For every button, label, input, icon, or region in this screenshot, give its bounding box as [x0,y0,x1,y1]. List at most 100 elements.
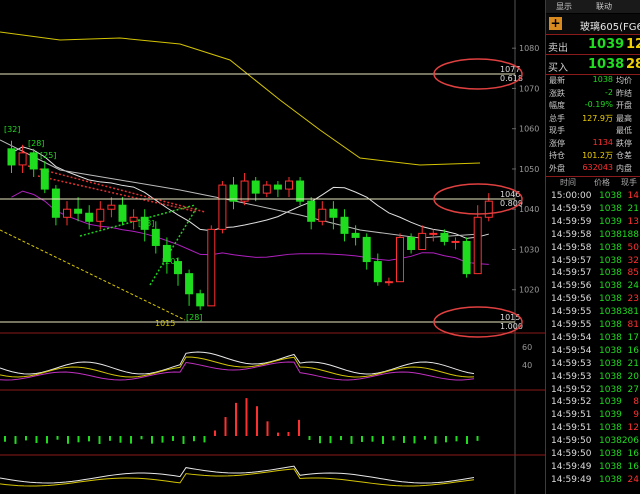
stat-key: 总手 [549,113,565,123]
tick-price: 1038 [599,320,622,330]
wave-count-label: [25] [40,151,56,160]
tick-price: 1038 [599,255,622,266]
tick-price: 1038 [599,474,622,485]
tick-price: 1038 [599,229,622,240]
tick-price: 1038 [599,307,622,318]
candle-body [151,228,160,246]
tick-qty: 50 [627,242,639,253]
stat-value: 632043 [582,162,613,172]
wave-count-label: [23] [138,219,154,228]
tick-qty: 23 [627,294,639,305]
ticks-header-time: 时间 [560,178,576,187]
wave-count-label: [28] [186,313,202,322]
candle-body [129,216,138,222]
stat-row: 持仓 101.2万 仓差 [546,150,640,163]
price-axis-label: 1060 [519,125,539,134]
stat-value: 1134 [592,137,613,147]
candle-body [107,204,116,210]
tick-qty: 13 [627,216,639,227]
tick-price: 1039 [599,410,622,421]
stat-key: 涨停 [549,138,565,148]
candle-body [96,208,105,222]
tick-price: 1038 [599,294,622,305]
stat-key: 现手 [549,126,565,135]
tick-time: 14:59:51 [551,410,592,421]
candle-body [273,184,282,190]
stat-key-right: 跌停 [616,138,632,148]
candle-body [384,281,393,284]
tick-qty: 16 [627,461,639,472]
candle-body [63,208,71,218]
tick-time: 14:59:55 [551,307,592,318]
candle-body [207,228,216,307]
stat-row: 最新 1038 均价 [546,75,640,88]
price-axis-label: 1070 [519,84,539,93]
add-icon[interactable]: + [549,17,562,30]
instrument-name[interactable]: 玻璃605(FG605) [580,18,640,33]
tick-time: 14:59:55 [551,320,592,330]
price-axis-label: 1050 [519,165,539,174]
tick-time: 14:59:59 [551,216,592,227]
tick-price: 1038 [599,449,622,459]
tick-price: 1038 [599,332,622,343]
tick-time: 14:59:52 [551,397,592,408]
tick-time: 14:59:50 [551,449,592,459]
tick-time: 14:59:50 [551,436,592,447]
tick-price: 1038 [599,203,622,214]
candle-body [51,188,60,218]
quote-panel: 显示 联动 + 玻璃605(FG605) 卖出 1039 12 买入 1038 … [545,0,640,494]
stat-key-right: 均价 [616,76,632,85]
stat-value: -2 [605,87,613,97]
tick-time: 14:59:53 [551,358,592,369]
tick-price: 1039 [599,397,622,408]
tick-time: 14:59:52 [551,384,592,395]
display-menu[interactable]: 显示 [556,1,572,12]
tick-price: 1038 [599,384,622,395]
candle-body [29,152,38,170]
tick-qty: 8 [633,397,639,408]
tick-qty: 27 [627,384,639,395]
stat-key-right: 最高 [616,113,632,123]
indicator-axis-label: 60 [522,343,532,352]
wave-count-label: [20] [162,257,178,266]
tick-qty: 20 [627,371,639,382]
tick-row: 14:59:52 1039 8 [546,397,640,410]
candle-body [307,200,316,222]
stat-value: 1038 [592,75,613,84]
stat-key-right: 开盘 [616,101,632,110]
tick-price: 1039 [599,216,622,227]
stat-key: 涨跌 [549,88,565,98]
candle-body [373,261,382,283]
indicator-axis-label: 40 [522,361,532,370]
candle-body [429,232,438,235]
tick-qty: 206 [621,436,639,447]
tick-row: 14:59:58 1038 188 [546,230,640,243]
tick-price: 1038 [599,436,622,447]
price-axis-label: 1030 [519,245,539,254]
candle-body [484,200,493,218]
tick-qty: 21 [627,358,639,369]
candle-body [407,236,416,250]
candle-body [185,273,194,295]
tick-row: 14:59:54 1038 17 [546,333,640,346]
tick-row: 14:59:54 1038 16 [546,346,640,359]
link-menu[interactable]: 联动 [596,1,612,12]
bid-label: 买入 [548,63,568,74]
stat-value: 101.2万 [582,151,613,160]
stat-key: 外盘 [549,163,565,173]
tick-qty: 21 [627,203,639,214]
tick-row: 14:59:51 1039 9 [546,410,640,423]
tick-price: 1038 [599,371,622,382]
tick-time: 14:59:57 [551,268,592,279]
tick-time: 14:59:54 [551,345,592,356]
stat-key: 幅度 [549,101,565,110]
tick-qty: 24 [627,281,639,292]
tick-qty: 16 [627,449,639,459]
tick-row: 14:59:51 1038 12 [546,423,640,436]
tick-row: 14:59:57 1038 32 [546,256,640,269]
tick-row: 14:59:55 1038 81 [546,320,640,333]
kline-chart[interactable]: 10801070106010501040103010206040 10770.6… [0,0,545,494]
candle-body [74,208,83,214]
tick-qty: 32 [627,255,639,266]
tick-price: 1038 [599,461,622,472]
